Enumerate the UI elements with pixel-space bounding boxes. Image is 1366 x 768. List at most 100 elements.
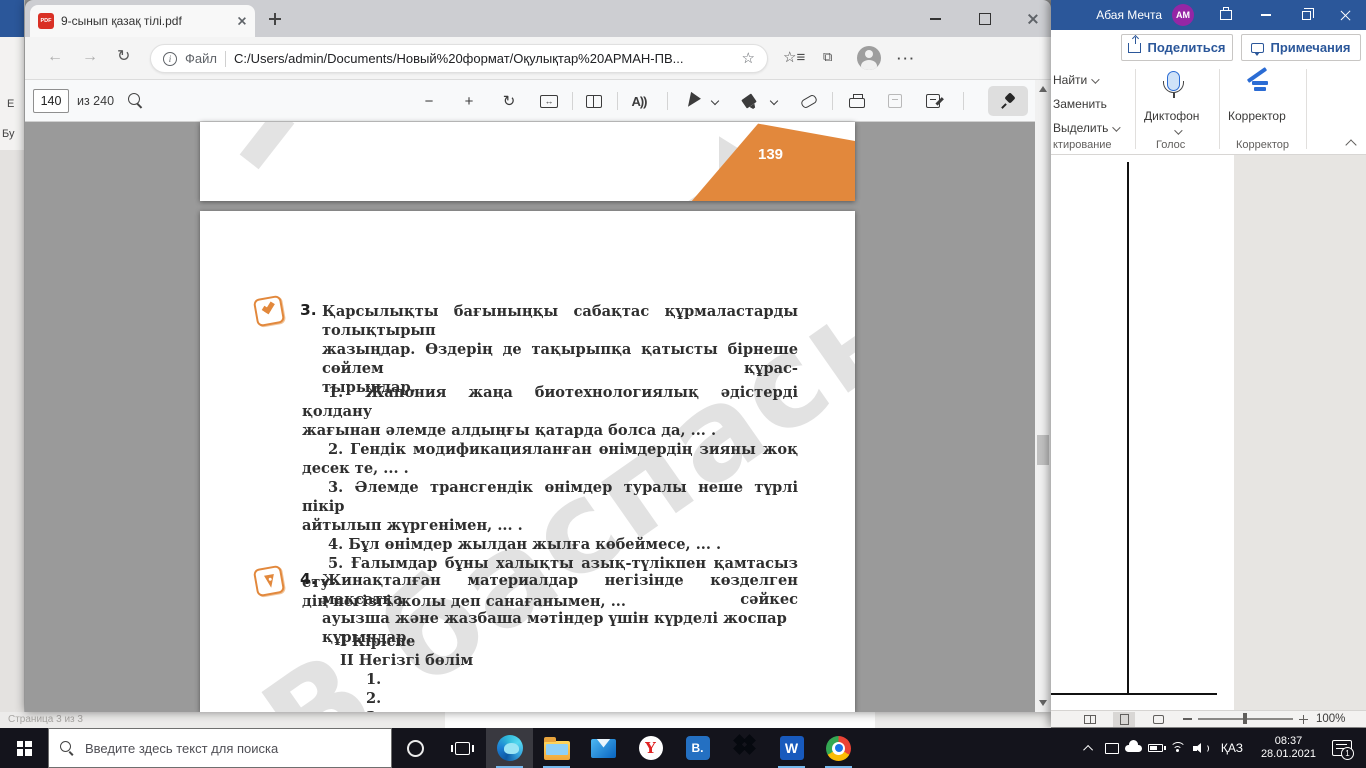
taskbar-chrome[interactable] [815, 728, 862, 768]
comments-button[interactable]: Примечания [1241, 34, 1361, 61]
text-line: Қарсылықты бағыныңқы сабақтас құрмаласта… [322, 303, 798, 339]
web-layout-button[interactable] [1147, 712, 1169, 727]
volume-icon[interactable] [1189, 728, 1211, 768]
word-page[interactable] [1051, 155, 1234, 710]
save-as-icon[interactable] [921, 90, 945, 112]
word-minimize-button[interactable] [1246, 0, 1286, 30]
share-label: Поделиться [1147, 40, 1226, 55]
clock-date: 28.01.2021 [1260, 748, 1316, 760]
read-aloud-icon[interactable]: A)) [627, 90, 651, 112]
draw-pen-chevron-icon[interactable] [708, 90, 722, 112]
chevron-down-icon [1174, 126, 1183, 135]
address-url[interactable]: C:/Users/admin/Documents/Новый%20формат/… [234, 51, 734, 66]
word-user-name: Абая Мечта [1096, 8, 1162, 22]
read-mode-button[interactable] [1079, 712, 1101, 727]
taskbar-dropbox[interactable] [721, 728, 768, 768]
taskbar-edge[interactable] [486, 728, 533, 768]
system-tray: ҚАЗ 08:37 28.01.2021 1 [1079, 728, 1366, 768]
background-ribbon-fragment2: Е [7, 98, 15, 110]
zoom-out-button[interactable] [1183, 718, 1192, 720]
taskbar-mail[interactable] [580, 728, 627, 768]
forward-icon[interactable]: → [82, 49, 98, 65]
scroll-up-icon[interactable] [1039, 86, 1047, 92]
start-button[interactable] [0, 728, 48, 768]
text-line: айтылып жүргенімен, ... . [302, 517, 523, 534]
scroll-down-icon[interactable] [1039, 700, 1047, 706]
wifi-icon[interactable] [1167, 728, 1189, 768]
tab-close-icon[interactable] [238, 17, 246, 25]
edge-tab-strip: PDF 9-сынып қазақ тілі.pdf [25, 0, 1051, 37]
draw-pen-icon[interactable] [680, 90, 704, 112]
taskbar-explorer[interactable] [533, 728, 580, 768]
info-icon[interactable]: i [163, 51, 177, 66]
action-center-button[interactable]: 1 [1332, 740, 1354, 760]
language-indicator[interactable]: ҚАЗ [1211, 741, 1253, 755]
zoom-in-button[interactable] [1299, 714, 1308, 724]
onedrive-cloud-icon[interactable] [1123, 728, 1145, 768]
word-user-avatar[interactable]: АМ [1172, 4, 1194, 26]
zoom-out-icon[interactable]: − [417, 90, 441, 112]
rotate-icon[interactable]: ↻ [497, 90, 521, 112]
word-document-area[interactable] [1051, 155, 1366, 710]
window-maximize-button[interactable] [970, 9, 1000, 29]
save-icon[interactable] [883, 90, 907, 112]
eraser-icon[interactable] [797, 90, 821, 112]
cortana-icon [407, 739, 424, 757]
print-icon[interactable] [845, 90, 869, 112]
task-view-button[interactable] [439, 728, 486, 768]
collections-icon[interactable]: ⧉ [823, 49, 832, 65]
settings-menu-icon[interactable]: ··· [897, 51, 916, 66]
active-tab[interactable]: PDF 9-сынып қазақ тілі.pdf [30, 5, 255, 37]
zoom-slider-handle[interactable] [1243, 713, 1247, 725]
dropbox-icon [732, 734, 758, 760]
battery-icon[interactable] [1145, 728, 1167, 768]
taskbar-search[interactable] [48, 728, 392, 768]
select-menu-item[interactable]: Выделить [1053, 121, 1122, 135]
favorites-bar-icon[interactable]: ☆≡ [783, 48, 805, 66]
window-minimize-button[interactable] [920, 9, 950, 29]
profile-avatar[interactable] [857, 46, 881, 70]
word-quick-row: Поделиться Примечания [1051, 30, 1366, 65]
vk-icon: В. [685, 736, 710, 760]
print-layout-button[interactable] [1113, 711, 1135, 727]
cortana-button[interactable] [392, 728, 439, 768]
pin-toolbar-button[interactable] [988, 86, 1028, 116]
zoom-in-icon[interactable]: + [457, 90, 481, 112]
taskbar-word[interactable]: W [768, 728, 815, 768]
clock[interactable]: 08:37 28.01.2021 [1253, 735, 1324, 761]
taskbar-vk[interactable]: В. [674, 728, 721, 768]
collapse-ribbon-icon[interactable] [1345, 139, 1357, 151]
taskbar-yandex[interactable]: Y [627, 728, 674, 768]
windows-logo-icon [16, 740, 32, 756]
back-icon[interactable]: ← [47, 49, 63, 65]
editor-pen-icon [1244, 67, 1270, 95]
refresh-icon[interactable]: ↻ [117, 49, 130, 65]
chevron-up-icon [1083, 744, 1094, 755]
scrollbar-thumb[interactable] [1037, 435, 1049, 465]
zoom-level-label[interactable]: 100% [1316, 713, 1345, 725]
highlighter-icon[interactable] [737, 90, 761, 112]
window-close-button[interactable] [1018, 9, 1048, 29]
highlighter-chevron-icon[interactable] [767, 90, 781, 112]
background-word-window[interactable]: Е Бу [0, 0, 25, 712]
page-number-input[interactable] [33, 89, 69, 113]
address-field[interactable]: i Файл C:/Users/admin/Documents/Новый%20… [150, 44, 768, 73]
plan-line: 2. [366, 690, 382, 707]
replace-menu-item[interactable]: Заменить [1053, 97, 1107, 111]
zoom-slider[interactable] [1198, 713, 1293, 725]
plan-outline: І Кіріспе ІІ Негізгі бөлім 1. 2.3. [340, 632, 740, 712]
search-icon[interactable] [128, 93, 144, 109]
word-close-button[interactable] [1326, 0, 1366, 30]
tray-expand-button[interactable] [1079, 728, 1101, 768]
ribbon-display-options-button[interactable] [1206, 0, 1246, 30]
favorite-add-icon[interactable]: ☆ [742, 51, 755, 66]
page-view-icon[interactable] [582, 90, 606, 112]
task4-number: 4. [300, 570, 317, 588]
search-input[interactable] [85, 740, 381, 756]
fit-width-icon[interactable]: ↔ [537, 90, 561, 112]
pdf-scrollbar[interactable] [1035, 80, 1051, 712]
tablet-mode-icon[interactable] [1101, 728, 1123, 768]
word-restore-button[interactable] [1286, 0, 1326, 30]
share-button[interactable]: Поделиться [1121, 34, 1233, 61]
find-menu-item[interactable]: Найти [1053, 73, 1100, 87]
